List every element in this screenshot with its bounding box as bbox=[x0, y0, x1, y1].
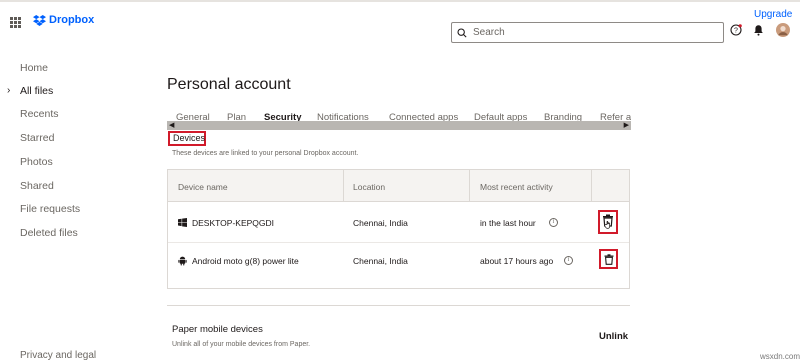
search-icon bbox=[457, 27, 467, 38]
device-location: Chennai, India bbox=[353, 256, 408, 266]
devices-heading: Devices bbox=[173, 133, 206, 143]
column-divider bbox=[343, 170, 344, 202]
devices-table: Device name Location Most recent activit… bbox=[167, 169, 630, 289]
devices-description: These devices are linked to your persona… bbox=[172, 150, 359, 157]
row-divider bbox=[168, 242, 629, 243]
sidebar-item-starred[interactable]: Starred bbox=[20, 132, 54, 144]
device-name: Android moto g(8) power lite bbox=[192, 256, 299, 266]
table-row: DESKTOP-KEPQGDI Chennai, India in the la… bbox=[168, 204, 629, 242]
privacy-link[interactable]: Privacy and legal bbox=[20, 350, 96, 361]
column-header-activity: Most recent activity bbox=[480, 182, 553, 192]
section-divider bbox=[167, 305, 630, 306]
delete-device-button[interactable] bbox=[598, 210, 618, 234]
column-divider bbox=[469, 170, 470, 202]
device-name: DESKTOP-KEPQGDI bbox=[192, 218, 275, 228]
sidebar-item-deleted-files[interactable]: Deleted files bbox=[20, 227, 78, 239]
trash-icon bbox=[603, 214, 613, 229]
device-activity: in the last hour bbox=[480, 218, 536, 228]
watermark: wsxdn.com bbox=[760, 352, 800, 361]
sidebar-item-home[interactable]: Home bbox=[20, 62, 48, 74]
help-icon[interactable]: ? bbox=[730, 24, 742, 36]
chevron-right-icon[interactable]: › bbox=[7, 85, 10, 96]
upgrade-link[interactable]: Upgrade bbox=[754, 9, 792, 20]
trash-icon bbox=[604, 253, 613, 265]
dropbox-logo[interactable]: Dropbox bbox=[33, 14, 94, 26]
unlink-button[interactable]: Unlink bbox=[599, 331, 628, 342]
info-icon[interactable]: i bbox=[549, 218, 558, 227]
sidebar-item-shared[interactable]: Shared bbox=[20, 180, 54, 192]
sidebar-item-recents[interactable]: Recents bbox=[20, 108, 59, 120]
dropbox-logo-icon bbox=[33, 14, 46, 26]
scroll-right-icon[interactable]: ▶ bbox=[624, 121, 629, 130]
paper-devices-title: Paper mobile devices bbox=[172, 324, 263, 335]
windows-icon bbox=[178, 218, 187, 227]
app-grid-icon[interactable] bbox=[10, 17, 21, 28]
bell-icon[interactable] bbox=[753, 24, 764, 36]
search-bar[interactable] bbox=[451, 22, 724, 43]
delete-device-button[interactable] bbox=[599, 249, 618, 269]
device-activity: about 17 hours ago bbox=[480, 256, 554, 266]
android-icon bbox=[178, 256, 187, 266]
top-border bbox=[0, 0, 800, 2]
table-row: Android moto g(8) power lite Chennai, In… bbox=[168, 242, 629, 280]
sidebar-item-all-files[interactable]: All files bbox=[20, 85, 53, 97]
device-location: Chennai, India bbox=[353, 218, 408, 228]
column-header-device: Device name bbox=[178, 182, 228, 192]
info-icon[interactable]: i bbox=[564, 256, 573, 265]
logo-text: Dropbox bbox=[49, 14, 95, 26]
sidebar-item-photos[interactable]: Photos bbox=[20, 156, 53, 168]
page-title: Personal account bbox=[167, 76, 291, 93]
table-header: Device name Location Most recent activit… bbox=[168, 170, 629, 202]
paper-devices-description: Unlink all of your mobile devices from P… bbox=[172, 341, 311, 348]
svg-text:?: ? bbox=[734, 28, 738, 35]
column-header-location: Location bbox=[353, 182, 386, 192]
sidebar-item-file-requests[interactable]: File requests bbox=[20, 203, 80, 215]
avatar[interactable] bbox=[776, 23, 790, 37]
tabs-scrollbar[interactable]: ◀ ▶ bbox=[167, 121, 631, 130]
column-divider bbox=[591, 170, 592, 202]
scroll-left-icon[interactable]: ◀ bbox=[169, 121, 174, 130]
search-input[interactable] bbox=[473, 27, 703, 38]
